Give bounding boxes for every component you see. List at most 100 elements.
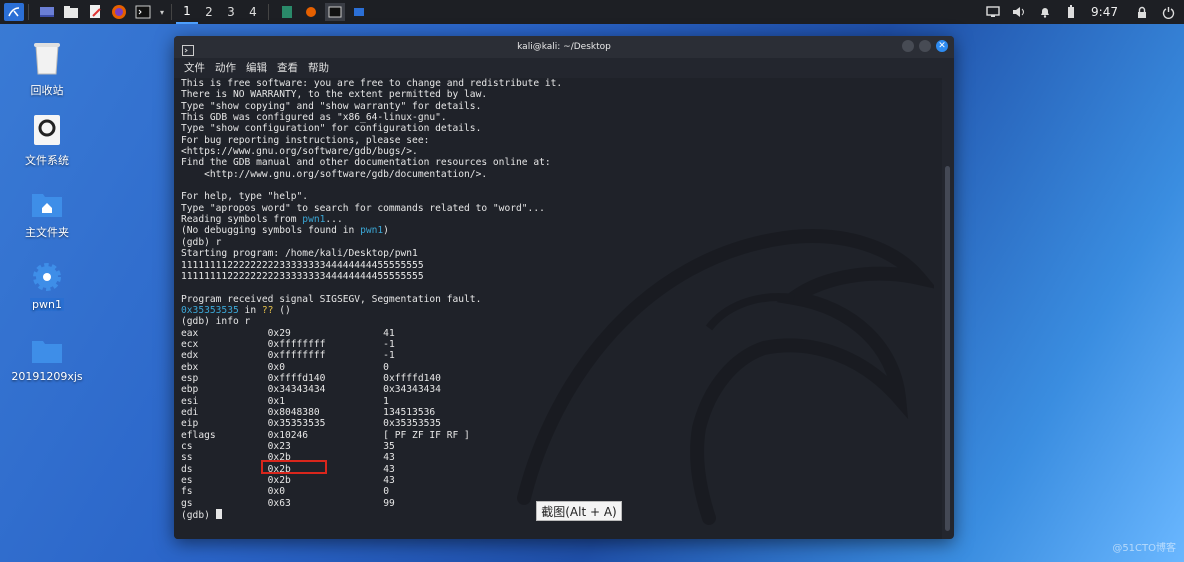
desktop-icon-trash[interactable]: 回收站 [7,40,87,98]
workspace-3[interactable]: 3 [220,0,242,24]
register-value: 43 [383,475,395,487]
gdb-intro: This is free software: you are free to c… [181,78,562,214]
volume-icon[interactable] [1009,3,1029,21]
terminal-line: This GDB was configured as "x86_64-linux… [181,112,447,124]
register-name: ecx [181,338,199,350]
register-name: cs [181,441,193,452]
register-hex: 0x35353535 [267,418,326,430]
window-titlebar[interactable]: kali@kali: ~/Desktop ✕ [174,36,954,58]
desktop-icon-label: 20191209xjs [11,370,83,383]
register-value: 41 [383,327,395,339]
drive-icon [34,115,60,145]
desktop-icon-home[interactable]: 主文件夹 [7,190,87,240]
display-icon[interactable] [983,3,1003,21]
menu-file[interactable]: 文件 [184,60,205,75]
menu-bar: 文件 动作 编辑 查看 帮助 [174,58,954,76]
taskbar-app-icon[interactable] [277,3,297,21]
gear-icon [33,263,61,291]
register-name: es [181,475,193,487]
register-row: es 0x2b 43 [181,475,395,486]
menu-help[interactable]: 帮助 [308,60,329,75]
panel-tray: 9:47 [977,0,1184,24]
register-hex: 0x0 [267,361,285,373]
maximize-button[interactable] [919,40,931,52]
register-name: esp [181,372,199,384]
terminal-line: For help, type "help". [181,191,309,203]
show-desktop-icon[interactable] [37,3,57,21]
kali-menu-icon[interactable] [4,3,24,21]
register-hex: 0xffffffff [267,350,326,362]
power-icon[interactable] [1158,3,1178,21]
workspace-2[interactable]: 2 [198,0,220,24]
register-value: -1 [383,350,395,362]
firefox-icon[interactable] [109,3,129,21]
register-hex: 0x8048380 [267,406,320,418]
home-folder-icon [32,194,62,217]
info-command: (gdb) info r [181,316,251,328]
register-row: eax 0x29 41 [181,328,395,339]
register-value: 0xffffd140 [383,372,441,384]
terminal-line: Find the GDB manual and other documentat… [181,157,551,169]
taskbar-firefox-icon[interactable] [301,3,321,21]
register-value: 0x35353535 [383,418,441,430]
file-manager-icon[interactable] [61,3,81,21]
terminal-line: 1111111122222222233333333444444444555555… [181,259,424,271]
workspace-1[interactable]: 1 [176,0,198,24]
eip-highlight-box [261,460,327,474]
register-value: -1 [383,338,395,350]
register-row: cs 0x23 35 [181,441,395,452]
register-value: 0x34343434 [383,384,441,396]
terminal-line: Program received signal SIGSEGV, Segment… [181,293,482,305]
gdb-prompt: (gdb) [181,510,216,522]
notification-bell-icon[interactable] [1035,3,1055,21]
power-manager-icon[interactable] [1061,3,1081,21]
taskbar-window-icon[interactable] [349,3,369,21]
menu-edit[interactable]: 编辑 [246,60,267,75]
register-name: ss [181,452,193,464]
register-value: 35 [383,441,395,452]
desktop-icon-label: 主文件夹 [25,226,69,239]
register-name: esi [181,395,199,407]
scrollbar[interactable] [945,166,950,531]
text-cursor [215,509,222,520]
terminal-window: kali@kali: ~/Desktop ✕ 文件 动作 编辑 查看 帮助 Th… [174,36,954,539]
terminal-launcher-icon[interactable] [133,3,153,21]
workspace-4[interactable]: 4 [242,0,264,24]
register-row: esi 0x1 1 [181,396,389,407]
terminal-line: <http://www.gnu.org/software/gdb/documen… [181,168,488,180]
menu-actions[interactable]: 动作 [215,60,236,75]
desktop-icon-filesystem[interactable]: 文件系统 [7,114,87,168]
terminal-output[interactable]: This is free software: you are free to c… [174,78,942,539]
register-hex: 0x2b [267,475,291,487]
terminal-line: Type "show copying" and "show warranty" … [181,100,482,112]
taskbar-terminal-icon[interactable] [325,3,345,21]
kali-dragon-watermark [517,229,934,525]
run-output: (gdb) r Starting program: /home/kali/Des… [181,237,481,305]
close-button[interactable]: ✕ [936,40,948,52]
desktop-icon-label: 回收站 [30,84,64,97]
menu-view[interactable]: 查看 [277,60,298,75]
register-row: edx 0xffffffff -1 [181,350,395,361]
fault-line: 0x35353535 in ?? () [181,304,291,316]
terminal-line: This is free software: you are free to c… [181,78,563,89]
screenshot-tooltip: 截图(Alt + A) [536,501,622,521]
register-row: edi 0x8048380 134513536 [181,407,435,418]
register-value: [ PF ZF IF RF ] [383,429,470,441]
register-name: gs [181,497,193,509]
register-table: eax 0x29 41 ecx 0xffffffff -1 edx 0xffff… [181,328,470,509]
reading-line: Reading symbols from pwn1... [181,214,343,226]
desktop-icon-pwn1[interactable]: pwn1 [7,262,87,311]
clock[interactable]: 9:47 [1091,5,1118,19]
minimize-button[interactable] [902,40,914,52]
lock-icon[interactable] [1132,3,1152,21]
register-hex: 0x10246 [267,429,309,441]
desktop-icon-folder[interactable]: 20191209xjs [7,338,87,383]
register-hex: 0xffffffff [267,338,326,350]
terminal-line: 1111111122222222233333333444444444555555… [181,270,424,282]
text-editor-icon[interactable] [85,3,105,21]
terminal-icon [182,41,194,60]
register-row: esp 0xffffd140 0xffffd140 [181,373,441,384]
chevron-down-icon[interactable]: ▾ [157,3,167,21]
register-hex: 0x0 [267,486,285,498]
nodebug-line: (No debugging symbols found in pwn1) [181,225,389,237]
